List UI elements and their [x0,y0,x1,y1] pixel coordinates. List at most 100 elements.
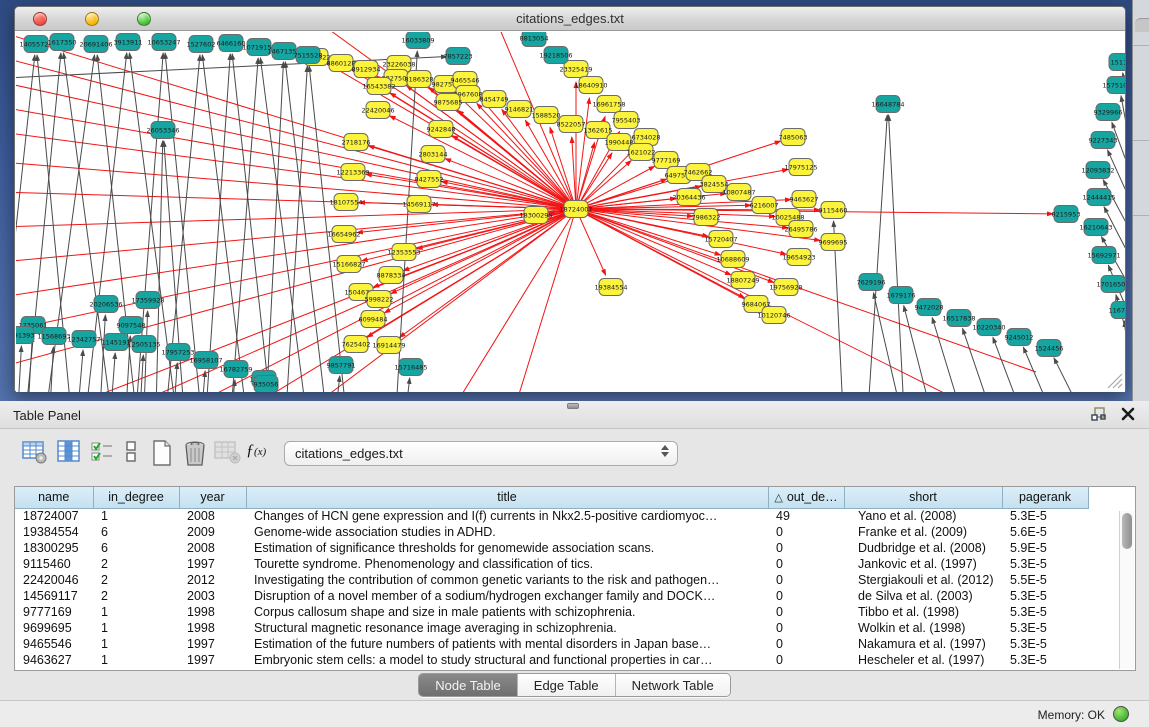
cell-out_de[interactable]: 0 [768,620,844,636]
network-node[interactable]: 10220340 [972,319,1005,336]
cell-title[interactable]: Investigating the contribution of common… [246,572,768,588]
cell-title[interactable]: Structural magnetic resonance image aver… [246,620,768,636]
cell-in_degree[interactable]: 6 [93,524,179,540]
network-node[interactable]: 17359928 [131,292,164,309]
cell-out_de[interactable]: 0 [768,588,844,604]
cell-year[interactable]: 1997 [179,636,246,652]
show-columns-icon[interactable] [57,439,81,465]
network-node[interactable]: 15692971 [1087,247,1120,264]
select-columns-icon[interactable] [90,439,114,465]
network-node[interactable]: 17975125 [784,159,817,176]
network-node[interactable]: 1167533 [1109,302,1125,319]
network-node[interactable]: 10120746 [757,307,790,324]
cell-in_degree[interactable]: 1 [93,604,179,620]
network-node[interactable]: 19654923 [782,249,815,266]
cell-year[interactable]: 1998 [179,620,246,636]
table-scrollbar[interactable] [1119,511,1134,669]
cell-name[interactable]: 18300295 [15,540,93,556]
network-node[interactable]: 7857223 [444,48,473,65]
network-node[interactable]: 26053346 [146,122,179,139]
function-builder-icon[interactable]: ƒ(x) [246,442,266,460]
network-node[interactable]: 9097548 [117,317,146,334]
zoom-window-button[interactable] [137,12,151,26]
network-node[interactable]: 18300295 [519,207,552,224]
network-node[interactable]: 1145191 [102,334,131,351]
table-row[interactable]: 1456911722003Disruption of a novel membe… [15,588,1088,604]
cell-in_degree[interactable]: 1 [93,620,179,636]
network-node[interactable]: 19218506 [539,47,572,64]
network-node[interactable]: 16210643 [1079,219,1112,236]
cell-year[interactable]: 1998 [179,604,246,620]
cell-pagerank[interactable]: 5.3E-5 [1002,508,1088,524]
new-column-icon[interactable] [150,439,174,467]
network-node[interactable]: 1527602 [187,36,216,53]
network-node[interactable]: 9227343 [1089,132,1118,149]
table-selector-dropdown[interactable]: citations_edges.txt [284,441,678,466]
network-node[interactable]: 20691406 [79,36,112,53]
network-node[interactable]: 7625402 [342,336,371,353]
network-node-hub[interactable]: 18724007 [559,201,592,218]
cell-short[interactable]: Jankovic et al. (1997) [844,556,1002,572]
cell-short[interactable]: Stergiakouli et al. (2012) [844,572,1002,588]
network-node[interactable]: 1524456 [1035,340,1064,357]
network-node[interactable]: 7629196 [857,274,886,291]
network-node[interactable]: 10807487 [722,184,755,201]
cell-in_degree[interactable]: 2 [93,588,179,604]
network-node[interactable]: 12342757 [67,331,100,348]
network-node[interactable]: 8878334 [377,267,406,284]
cell-title[interactable]: Tourette syndrome. Phenomenology and cla… [246,556,768,572]
network-node[interactable]: 20206536 [89,296,122,313]
column-header-short[interactable]: short [844,487,1002,508]
cell-in_degree[interactable]: 1 [93,636,179,652]
network-node[interactable]: 6734028 [632,129,661,146]
network-canvas[interactable]: 7163822886012889129342322603898275091654… [16,32,1125,392]
network-window-titlebar[interactable]: citations_edges.txt [15,7,1125,31]
network-node[interactable]: 2803144 [419,146,448,163]
network-node[interactable]: 1617350 [48,34,77,51]
delete-table-icon[interactable] [214,439,242,465]
network-node[interactable]: 12444415 [1082,189,1115,206]
network-node[interactable]: 16914479 [372,337,405,354]
cell-pagerank[interactable]: 5.6E-5 [1002,524,1088,540]
network-node[interactable]: 7955403 [612,112,641,129]
network-node[interactable]: 2718176 [342,134,371,151]
cell-out_de[interactable]: 0 [768,572,844,588]
column-header-pagerank[interactable]: pagerank [1002,487,1088,508]
network-node[interactable]: 8427552 [415,171,444,188]
table-row[interactable]: 2242004622012Investigating the contribut… [15,572,1088,588]
network-node[interactable]: 8813054 [520,32,549,47]
network-node[interactable]: 9146821 [505,101,534,118]
network-node[interactable]: 16033809 [401,32,434,49]
column-header-title[interactable]: title [246,487,768,508]
network-node[interactable]: 16654962 [327,226,360,243]
table-row[interactable]: 969969511998Structural magnetic resonanc… [15,620,1088,636]
cell-pagerank[interactable]: 5.9E-5 [1002,540,1088,556]
network-node[interactable]: 9242848 [427,121,456,138]
cell-title[interactable]: Embryonic stem cells: a model to study s… [246,652,768,668]
cell-in_degree[interactable]: 2 [93,572,179,588]
network-node[interactable]: 9329966 [1094,104,1123,121]
cell-short[interactable]: de Silva et al. (2003) [844,588,1002,604]
network-node[interactable]: 935056 [254,376,279,393]
cell-year[interactable]: 2008 [179,540,246,556]
cell-pagerank[interactable]: 5.5E-5 [1002,572,1088,588]
table-row[interactable]: 1938455462009Genome-wide association stu… [15,524,1088,540]
network-node[interactable]: 9777169 [652,152,681,169]
table-row[interactable]: 911546021997Tourette syndrome. Phenomeno… [15,556,1088,572]
cell-pagerank[interactable]: 5.3E-5 [1002,652,1088,668]
network-node[interactable]: 16958107 [189,352,222,369]
network-node[interactable]: 19384554 [594,279,627,296]
network-node[interactable]: 16961758 [592,96,625,113]
table-row[interactable]: 946554611997Estimation of the future num… [15,636,1088,652]
network-node[interactable]: 9115460 [819,202,848,219]
close-icon[interactable] [1121,407,1135,421]
cell-name[interactable]: 9463627 [15,652,93,668]
cell-title[interactable]: Estimation of the future numbers of pati… [246,636,768,652]
network-node[interactable]: 9875685 [434,94,463,111]
table-row[interactable]: 1872400712008Changes of HCN gene express… [15,508,1088,524]
cell-name[interactable]: 22420046 [15,572,93,588]
network-node[interactable]: 8522057 [557,116,586,133]
network-node[interactable]: 9245012 [1005,329,1034,346]
cell-pagerank[interactable]: 5.3E-5 [1002,556,1088,572]
network-node[interactable]: 8186328 [405,71,434,88]
